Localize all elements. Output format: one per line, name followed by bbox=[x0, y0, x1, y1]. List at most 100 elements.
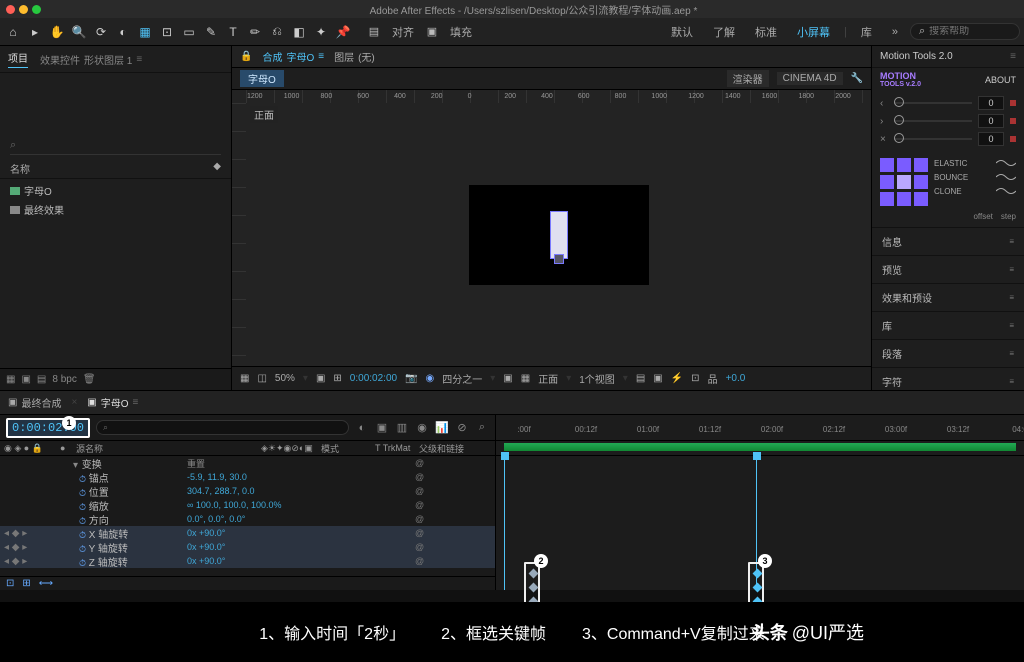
workspace-learn[interactable]: 了解 bbox=[705, 24, 743, 40]
timeline-icon[interactable]: ⊡ bbox=[691, 373, 699, 384]
exposure-value[interactable]: +0.0 bbox=[726, 373, 746, 384]
property-row[interactable]: ⏱ 方向0.0°, 0.0°, 0.0°@ bbox=[0, 512, 495, 526]
window-controls[interactable] bbox=[6, 5, 41, 14]
parent-header[interactable]: 父级和链接 bbox=[415, 442, 495, 455]
slider-track[interactable] bbox=[894, 120, 972, 122]
mask-icon[interactable]: ▣ bbox=[316, 373, 325, 384]
property-name[interactable]: ⏱ 位置 bbox=[72, 484, 187, 499]
panel-menu-icon[interactable]: ≡ bbox=[136, 54, 142, 65]
timeline-graph[interactable]: :00f00:12f01:00f01:12f02:00f02:12f03:00f… bbox=[496, 415, 1024, 590]
link-icon[interactable]: ∞ bbox=[187, 500, 193, 510]
anchor-cell[interactable] bbox=[880, 158, 894, 172]
pickwhip-icon[interactable]: @ bbox=[415, 458, 424, 468]
composition-viewport[interactable]: 1200100080060040020002004006008001000120… bbox=[232, 90, 871, 366]
slider-value[interactable]: 0 bbox=[978, 132, 1004, 146]
current-time[interactable]: 0:00:02:00 bbox=[350, 373, 397, 384]
keyframe-nav[interactable]: ◂ ◆ ▸ bbox=[0, 528, 56, 539]
composition-tab[interactable]: 合成 字母O ≡ bbox=[262, 49, 324, 64]
bpc-button[interactable]: 8 bpc bbox=[52, 374, 76, 385]
align-label[interactable]: 对齐 bbox=[384, 24, 422, 40]
renderer-value[interactable]: CINEMA 4D bbox=[777, 72, 843, 85]
new-comp-icon[interactable]: ▤ bbox=[37, 374, 46, 385]
stopwatch-icon[interactable]: ⏱ bbox=[79, 502, 86, 512]
property-name[interactable]: ⏱ 缩放 bbox=[72, 498, 187, 513]
stopwatch-icon[interactable]: ⏱ bbox=[79, 516, 86, 526]
property-name[interactable]: ⏱ Y 轴旋转 bbox=[72, 540, 187, 555]
roi-icon[interactable]: ▣ bbox=[503, 373, 512, 384]
pickwhip-icon[interactable]: @ bbox=[415, 472, 424, 482]
graph-icon[interactable]: 📊 bbox=[435, 421, 449, 435]
property-row[interactable]: ⏱ 位置304.7, 288.7, 0.0@ bbox=[0, 484, 495, 498]
tab-menu-icon[interactable]: ≡ bbox=[318, 51, 324, 62]
pickwhip-icon[interactable]: @ bbox=[415, 500, 424, 510]
help-search-input[interactable] bbox=[929, 26, 1009, 37]
property-row[interactable]: ◂ ◆ ▸ ⏱ Y 轴旋转0x +90.0°@ bbox=[0, 540, 495, 554]
ease-slider-row[interactable]: ‹0 bbox=[880, 96, 1016, 110]
pixel-aspect-icon[interactable]: ▣ bbox=[653, 373, 662, 384]
view-mode[interactable]: 正面 bbox=[538, 371, 558, 386]
curve-preset[interactable]: BOUNCE bbox=[934, 172, 1016, 182]
rotate-tool-icon[interactable]: ◐ bbox=[114, 23, 132, 41]
time-ruler[interactable]: :00f00:12f01:00f01:12f02:00f02:12f03:00f… bbox=[496, 415, 1024, 441]
expr-icon[interactable]: ⊘ bbox=[455, 421, 469, 435]
switches-header[interactable]: ◈☀✦◉⊘◐▣ bbox=[257, 443, 317, 454]
puppet-tool-icon[interactable]: 📌 bbox=[334, 23, 352, 41]
panel-library[interactable]: 库≡ bbox=[872, 311, 1024, 339]
roto-tool-icon[interactable]: ✦ bbox=[312, 23, 330, 41]
property-value[interactable]: 0x +90.0° bbox=[187, 528, 317, 538]
slider-track[interactable] bbox=[894, 138, 972, 140]
slider-knob[interactable] bbox=[894, 115, 904, 125]
pickwhip-icon[interactable]: @ bbox=[415, 486, 424, 496]
anchor-cell[interactable] bbox=[914, 175, 928, 189]
property-name[interactable]: ⏱ X 轴旋转 bbox=[72, 526, 187, 541]
slider-knob[interactable] bbox=[894, 133, 904, 143]
project-item[interactable]: 最终效果 bbox=[0, 200, 231, 219]
layer-tab[interactable]: 图层 (无) bbox=[334, 49, 375, 64]
workspace-default[interactable]: 默认 bbox=[663, 24, 701, 40]
expand-icon[interactable]: ⟷ bbox=[39, 578, 53, 589]
slider-value[interactable]: 0 bbox=[978, 96, 1004, 110]
toggle-switches-icon[interactable]: ⊡ bbox=[6, 578, 14, 589]
close-icon[interactable] bbox=[6, 5, 15, 14]
delete-icon[interactable]: 🗑 bbox=[83, 374, 96, 385]
renderer-settings-icon[interactable]: 🔧 bbox=[851, 73, 863, 84]
channel-icon[interactable]: ◉ bbox=[426, 373, 435, 384]
property-row[interactable]: ⏱ 缩放∞ 100.0, 100.0, 100.0%@ bbox=[0, 498, 495, 512]
anchor-cell-center[interactable] bbox=[897, 175, 911, 189]
anchor-cell[interactable] bbox=[880, 192, 894, 206]
property-row[interactable]: ◂ ◆ ▸ ⏱ Z 轴旋转0x +90.0°@ bbox=[0, 554, 495, 568]
property-row[interactable]: ◂ ◆ ▸ ⏱ X 轴旋转0x +90.0° @ bbox=[0, 526, 495, 540]
selected-shape[interactable] bbox=[550, 211, 568, 259]
parent-link[interactable]: @ bbox=[415, 486, 495, 496]
step-label[interactable]: step bbox=[1001, 212, 1016, 221]
panel-menu-icon[interactable]: ≡ bbox=[133, 397, 139, 408]
property-value[interactable]: 0x +90.0° bbox=[187, 542, 317, 552]
snap-icon[interactable]: ⌕ bbox=[475, 421, 489, 435]
keyframe-icon[interactable] bbox=[529, 583, 539, 593]
minimize-icon[interactable] bbox=[19, 5, 28, 14]
keyframe-icon[interactable] bbox=[753, 583, 763, 593]
parent-link[interactable]: @ bbox=[415, 528, 495, 538]
panbehind-tool-icon[interactable]: ⊡ bbox=[158, 23, 176, 41]
property-name[interactable]: ⏱ 锚点 bbox=[72, 470, 187, 485]
slider-value[interactable]: 0 bbox=[978, 114, 1004, 128]
view-count[interactable]: 1个视图 bbox=[579, 371, 615, 386]
resolution-dropdown[interactable]: 四分之一 bbox=[442, 371, 482, 386]
panel-info[interactable]: 信息≡ bbox=[872, 227, 1024, 255]
eraser-tool-icon[interactable]: ◧ bbox=[290, 23, 308, 41]
workspace-standard[interactable]: 标准 bbox=[747, 24, 785, 40]
pickwhip-icon[interactable]: @ bbox=[415, 542, 424, 552]
slider-reset-icon[interactable] bbox=[1010, 100, 1016, 106]
workspace-overflow-icon[interactable]: » bbox=[884, 26, 906, 38]
brush-tool-icon[interactable]: ✏ bbox=[246, 23, 264, 41]
keyframe-nav[interactable]: ◂ ◆ ▸ bbox=[0, 556, 56, 567]
safe-icon[interactable]: ⊞ bbox=[333, 373, 341, 384]
parent-link[interactable]: @ bbox=[415, 458, 495, 468]
name-header[interactable]: 源名称 bbox=[72, 442, 257, 455]
draft3d-icon[interactable]: ▣ bbox=[375, 421, 389, 435]
ease-slider-row[interactable]: ›0 bbox=[880, 114, 1016, 128]
zoom-tool-icon[interactable]: 🔍 bbox=[70, 23, 88, 41]
parent-link[interactable]: @ bbox=[415, 514, 495, 524]
help-search[interactable]: ⌕ bbox=[910, 23, 1020, 40]
snapshot-icon[interactable]: 📷 bbox=[405, 373, 417, 384]
